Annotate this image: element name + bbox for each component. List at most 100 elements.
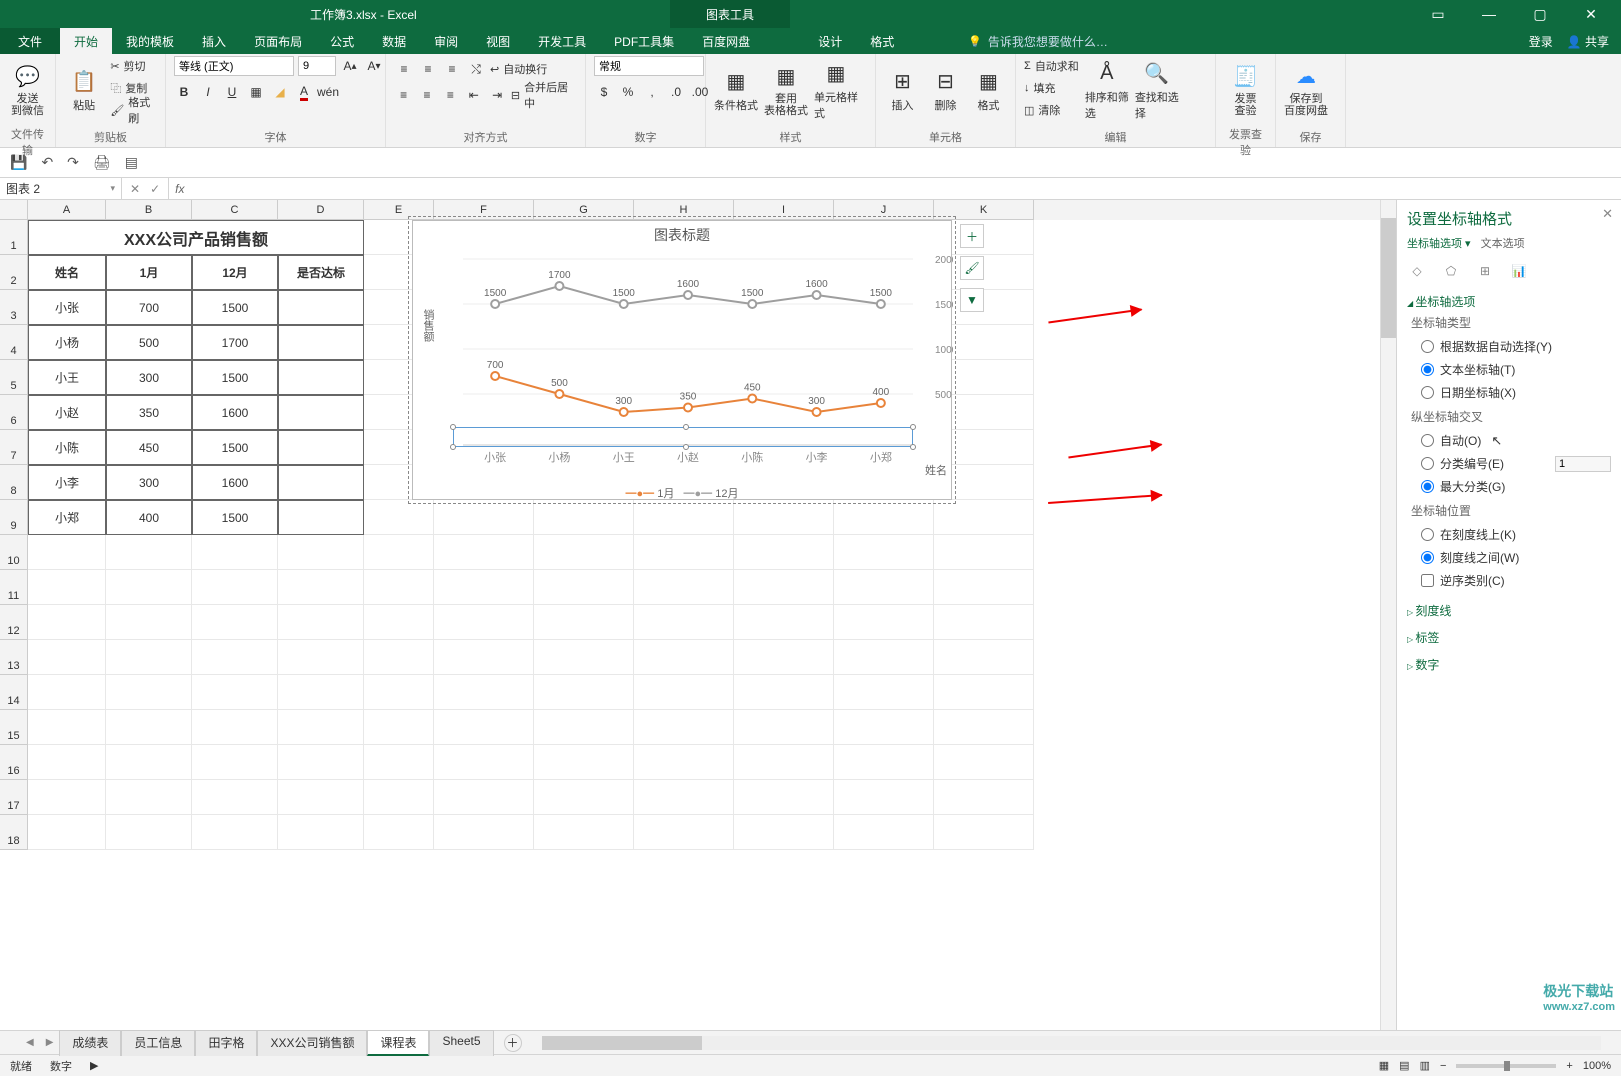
opt-auto-by-data[interactable]: 根据数据自动选择(Y) — [1407, 335, 1611, 358]
cell[interactable]: 700 — [106, 290, 192, 325]
cell[interactable] — [934, 675, 1034, 710]
cell[interactable] — [734, 570, 834, 605]
cell[interactable] — [834, 815, 934, 850]
scrollbar-thumb[interactable] — [542, 1036, 702, 1050]
sheet-tab[interactable]: 课程表 — [367, 1030, 429, 1056]
cell[interactable] — [734, 745, 834, 780]
cell[interactable]: 300 — [106, 465, 192, 500]
fill-color-button[interactable]: ◢ — [270, 82, 290, 102]
chart-legend[interactable]: ━●━ 1月 ━●━ 12月 — [413, 482, 951, 504]
bold-button[interactable]: B — [174, 82, 194, 102]
vertical-scrollbar[interactable] — [1380, 200, 1396, 1030]
cell[interactable] — [28, 535, 106, 570]
cell[interactable]: 1500 — [192, 500, 278, 535]
cell[interactable] — [364, 780, 434, 815]
cell[interactable] — [106, 605, 192, 640]
cell[interactable]: XXX公司产品销售额 — [28, 220, 364, 255]
find-select-button[interactable]: 🔍查找和选择 — [1135, 56, 1179, 124]
cell[interactable] — [278, 675, 364, 710]
formula-bar[interactable] — [190, 178, 1621, 199]
tab-chart-format[interactable]: 格式 — [856, 28, 908, 54]
align-bottom-button[interactable]: ≡ — [442, 59, 462, 79]
panel-close-button[interactable]: ✕ — [1602, 206, 1613, 222]
cell[interactable] — [278, 640, 364, 675]
cell[interactable] — [934, 605, 1034, 640]
cell[interactable]: 小张 — [28, 290, 106, 325]
column-header[interactable]: G — [534, 200, 634, 220]
conditional-format-button[interactable]: ▦条件格式 — [714, 56, 758, 124]
cell[interactable] — [834, 780, 934, 815]
opt-date-axis[interactable]: 日期坐标轴(X) — [1407, 381, 1611, 404]
cell[interactable] — [534, 535, 634, 570]
row-header[interactable]: 5 — [0, 360, 28, 395]
tab-data[interactable]: 数据 — [368, 28, 420, 54]
cell[interactable] — [278, 815, 364, 850]
cell[interactable]: 小王 — [28, 360, 106, 395]
cell[interactable] — [192, 605, 278, 640]
cut-button[interactable]: ✂剪切 — [110, 56, 157, 76]
autosum-button[interactable]: Σ自动求和 — [1024, 56, 1079, 76]
name-box[interactable]: 图表 2 — [0, 178, 122, 199]
column-header[interactable]: C — [192, 200, 278, 220]
row-header[interactable]: 6 — [0, 395, 28, 430]
panel-tab-axis-options[interactable]: 坐标轴选项 ▾ — [1407, 235, 1471, 251]
tab-formulas[interactable]: 公式 — [316, 28, 368, 54]
row-header[interactable]: 18 — [0, 815, 28, 850]
row-header[interactable]: 11 — [0, 570, 28, 605]
cell[interactable] — [534, 780, 634, 815]
cell[interactable]: 1500 — [192, 290, 278, 325]
cell[interactable] — [28, 745, 106, 780]
cell[interactable] — [534, 675, 634, 710]
cell[interactable] — [734, 640, 834, 675]
cell-styles-button[interactable]: ▦单元格样式 — [814, 56, 858, 124]
axis-selection[interactable] — [453, 427, 913, 447]
border-button[interactable]: ▦ — [246, 82, 266, 102]
cell[interactable] — [28, 710, 106, 745]
cell[interactable]: 500 — [106, 325, 192, 360]
cell[interactable] — [364, 640, 434, 675]
horizontal-scrollbar[interactable] — [542, 1036, 1601, 1050]
cell[interactable] — [364, 535, 434, 570]
cell[interactable]: 350 — [106, 395, 192, 430]
cell[interactable]: 小陈 — [28, 430, 106, 465]
cell[interactable] — [734, 710, 834, 745]
minimize-button[interactable]: — — [1471, 6, 1507, 22]
column-header[interactable]: J — [834, 200, 934, 220]
cell[interactable] — [278, 535, 364, 570]
spreadsheet-grid[interactable]: ABCDEFGHIJK 1XXX公司产品销售额2姓名1月12月是否达标3小张70… — [0, 200, 1396, 1030]
cell[interactable] — [534, 710, 634, 745]
cell[interactable] — [278, 395, 364, 430]
paste-button[interactable]: 📋粘贴 — [64, 56, 104, 124]
cell[interactable] — [934, 780, 1034, 815]
row-header[interactable]: 7 — [0, 430, 28, 465]
cell[interactable] — [278, 290, 364, 325]
zoom-in-button[interactable]: + — [1566, 1060, 1572, 1072]
cell[interactable] — [734, 605, 834, 640]
cell[interactable] — [106, 675, 192, 710]
column-header[interactable]: B — [106, 200, 192, 220]
cell[interactable] — [278, 570, 364, 605]
cell[interactable] — [434, 570, 534, 605]
cell[interactable] — [834, 640, 934, 675]
row-header[interactable]: 8 — [0, 465, 28, 500]
cell[interactable] — [192, 815, 278, 850]
tab-baidu[interactable]: 百度网盘 — [688, 28, 764, 54]
cell[interactable]: 450 — [106, 430, 192, 465]
cell[interactable] — [534, 570, 634, 605]
column-header[interactable]: K — [934, 200, 1034, 220]
cell[interactable] — [434, 780, 534, 815]
print-preview-icon[interactable]: 🖨 — [93, 154, 111, 171]
cell[interactable] — [364, 675, 434, 710]
cell[interactable]: 小赵 — [28, 395, 106, 430]
cell[interactable] — [434, 710, 534, 745]
format-painter-button[interactable]: 🖌格式刷 — [110, 100, 157, 120]
row-header[interactable]: 16 — [0, 745, 28, 780]
page-view-icon[interactable]: ▤ — [125, 154, 138, 171]
cell[interactable]: 小杨 — [28, 325, 106, 360]
page-break-view-icon[interactable]: ▥ — [1420, 1059, 1430, 1072]
cell[interactable]: 400 — [106, 500, 192, 535]
cell[interactable] — [28, 815, 106, 850]
opt-on-tick[interactable]: 在刻度线上(K) — [1407, 523, 1611, 546]
row-header[interactable]: 10 — [0, 535, 28, 570]
cell[interactable] — [106, 745, 192, 780]
